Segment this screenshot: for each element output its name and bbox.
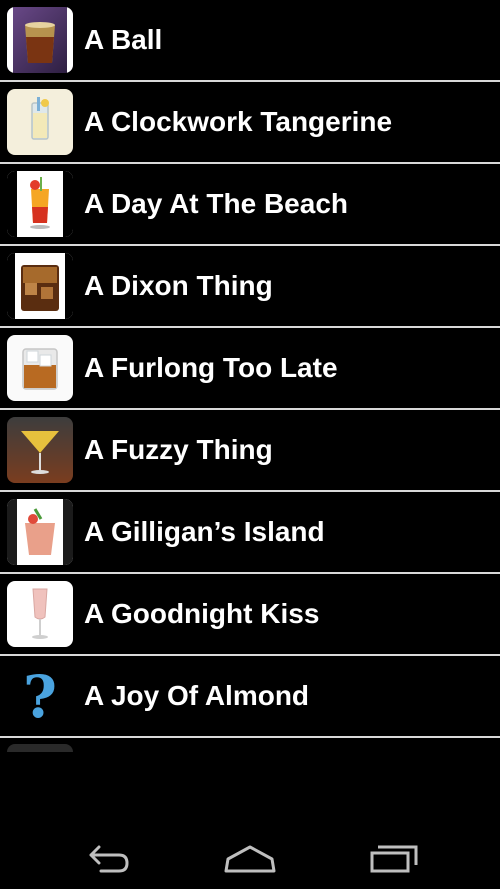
- list-item[interactable]: A Day At The Beach: [0, 164, 500, 246]
- drink-name: A Dixon Thing: [84, 270, 273, 301]
- list-item[interactable]: A Ball: [0, 0, 500, 82]
- question-mark-icon: ?: [7, 663, 73, 729]
- recent-apps-icon: [370, 845, 418, 873]
- rocks-glass-icon: [7, 253, 73, 319]
- home-icon: [224, 845, 276, 873]
- drink-list[interactable]: A Ball A Clockwork Tangerine A Day At Th…: [0, 0, 500, 752]
- list-item[interactable]: A Clockwork Tangerine: [0, 82, 500, 164]
- highball-glass-icon: [7, 89, 73, 155]
- list-item[interactable]: A Gilligan’s Island: [0, 492, 500, 574]
- list-item[interactable]: A Goodnight Kiss: [0, 574, 500, 656]
- drink-list-screen: A Ball A Clockwork Tangerine A Day At Th…: [0, 0, 500, 889]
- partial-list-item-thumbnail: [7, 744, 73, 752]
- list-item[interactable]: A Fuzzy Thing: [0, 410, 500, 492]
- drink-name: A Gilligan’s Island: [84, 516, 325, 547]
- back-button[interactable]: [67, 833, 147, 881]
- drink-name: A Goodnight Kiss: [84, 598, 320, 629]
- drink-name: A Day At The Beach: [84, 188, 348, 219]
- martini-glass-icon: [7, 417, 73, 483]
- list-item[interactable]: A Furlong Too Late: [0, 328, 500, 410]
- tropical-cocktail-icon: [7, 171, 73, 237]
- garnished-cocktail-icon: [7, 499, 73, 565]
- list-item[interactable]: A Dixon Thing: [0, 246, 500, 328]
- drink-name: A Joy Of Almond: [84, 680, 310, 711]
- ice-whiskey-glass-icon: [7, 335, 73, 401]
- whiskey-glass-icon: [7, 7, 73, 73]
- champagne-flute-icon: [7, 581, 73, 647]
- drink-name: A Ball: [84, 24, 163, 55]
- home-button[interactable]: [210, 833, 290, 881]
- list-item[interactable]: ? A Joy Of Almond: [0, 656, 500, 738]
- recent-apps-button[interactable]: [354, 833, 434, 881]
- drink-name: A Furlong Too Late: [84, 352, 338, 383]
- navigation-bar: [0, 825, 500, 889]
- drink-name: A Fuzzy Thing: [84, 434, 273, 465]
- drink-name: A Clockwork Tangerine: [84, 106, 393, 137]
- back-icon: [89, 845, 129, 873]
- svg-text:?: ?: [23, 663, 57, 729]
